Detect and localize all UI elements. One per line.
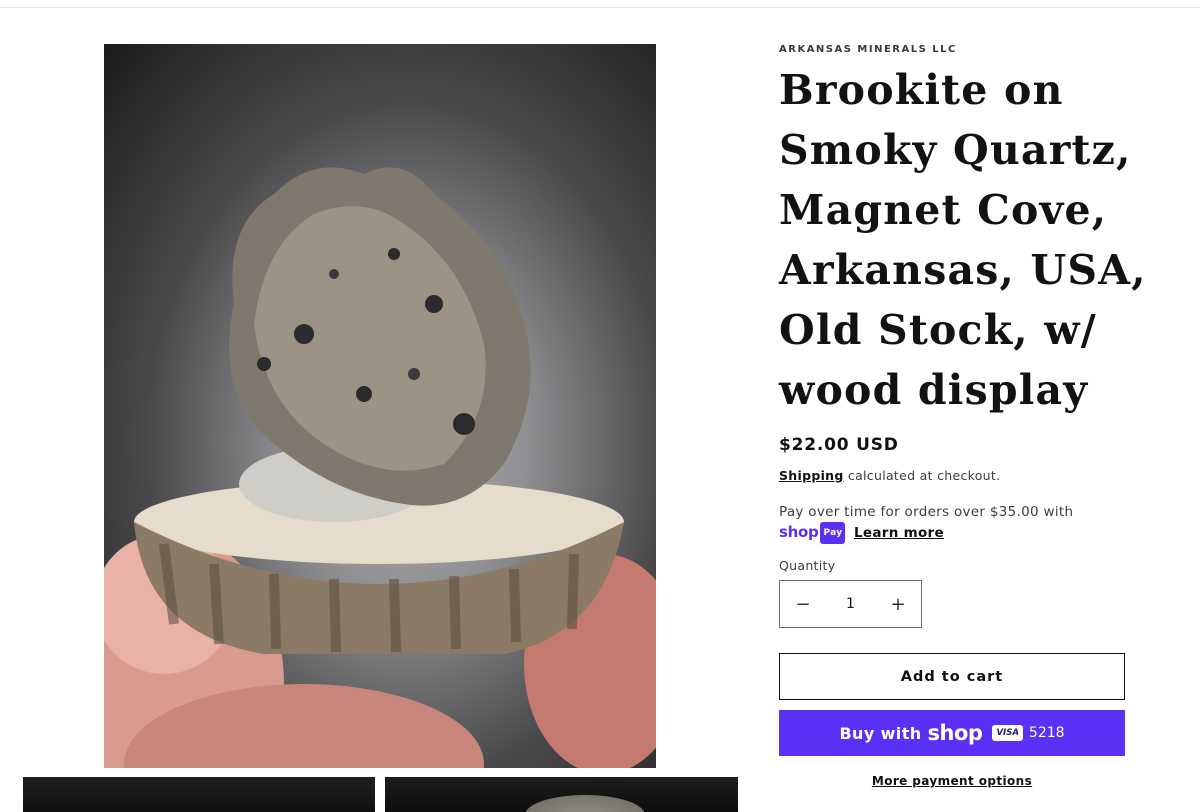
shop-logo: shop xyxy=(927,721,983,745)
title-line: Magnet Cove, xyxy=(779,186,1108,234)
vendor-name: ARKANSAS MINERALS LLC xyxy=(779,44,957,55)
buy-with-shop-button[interactable]: Buy with shop VISA 5218 xyxy=(779,710,1125,756)
plus-icon: + xyxy=(890,593,906,615)
product-price: $22.00 USD xyxy=(779,435,899,455)
quantity-stepper: − 1 + xyxy=(779,580,922,628)
product-title: Brookite on Smoky Quartz, Magnet Cove, A… xyxy=(779,60,1159,420)
product-main-image[interactable] xyxy=(104,44,656,768)
quantity-decrease-button[interactable]: − xyxy=(780,581,826,627)
title-line: wood display xyxy=(779,366,1089,414)
thumbnail-mineral xyxy=(525,795,645,812)
add-to-cart-button[interactable]: Add to cart xyxy=(779,653,1125,700)
learn-more-link[interactable]: Learn more xyxy=(854,525,944,541)
installments-text: Pay over time for orders over $35.00 wit… xyxy=(779,504,1074,520)
title-line: Arkansas, USA, xyxy=(779,246,1147,294)
quantity-input[interactable]: 1 xyxy=(831,596,871,612)
more-payment-options-link[interactable]: More payment options xyxy=(779,774,1125,788)
product-thumbnail-1[interactable] xyxy=(23,777,375,812)
shop-pay-installments: Pay over time for orders over $35.00 wit… xyxy=(779,502,1109,544)
minus-icon: − xyxy=(795,593,811,615)
visa-card-icon: VISA xyxy=(992,725,1023,741)
quantity-increase-button[interactable]: + xyxy=(875,581,921,627)
card-last-digits: 5218 xyxy=(1028,725,1065,741)
product-thumbnail-2[interactable] xyxy=(385,777,738,812)
mineral-photo-illustration xyxy=(104,167,656,768)
shipping-note: Shipping calculated at checkout. xyxy=(779,468,1000,483)
title-line: Brookite on xyxy=(779,66,1064,114)
shipping-note-text: calculated at checkout. xyxy=(843,468,1001,483)
shipping-link[interactable]: Shipping xyxy=(779,468,844,483)
quantity-label: Quantity xyxy=(779,558,836,573)
pay-badge: Pay xyxy=(820,522,846,544)
buy-with-label: Buy with xyxy=(839,723,922,743)
title-line: Smoky Quartz, xyxy=(779,126,1132,174)
header-divider xyxy=(0,7,1200,8)
shop-pay-logo: shop xyxy=(779,523,819,541)
title-line: Old Stock, w/ xyxy=(779,306,1097,354)
